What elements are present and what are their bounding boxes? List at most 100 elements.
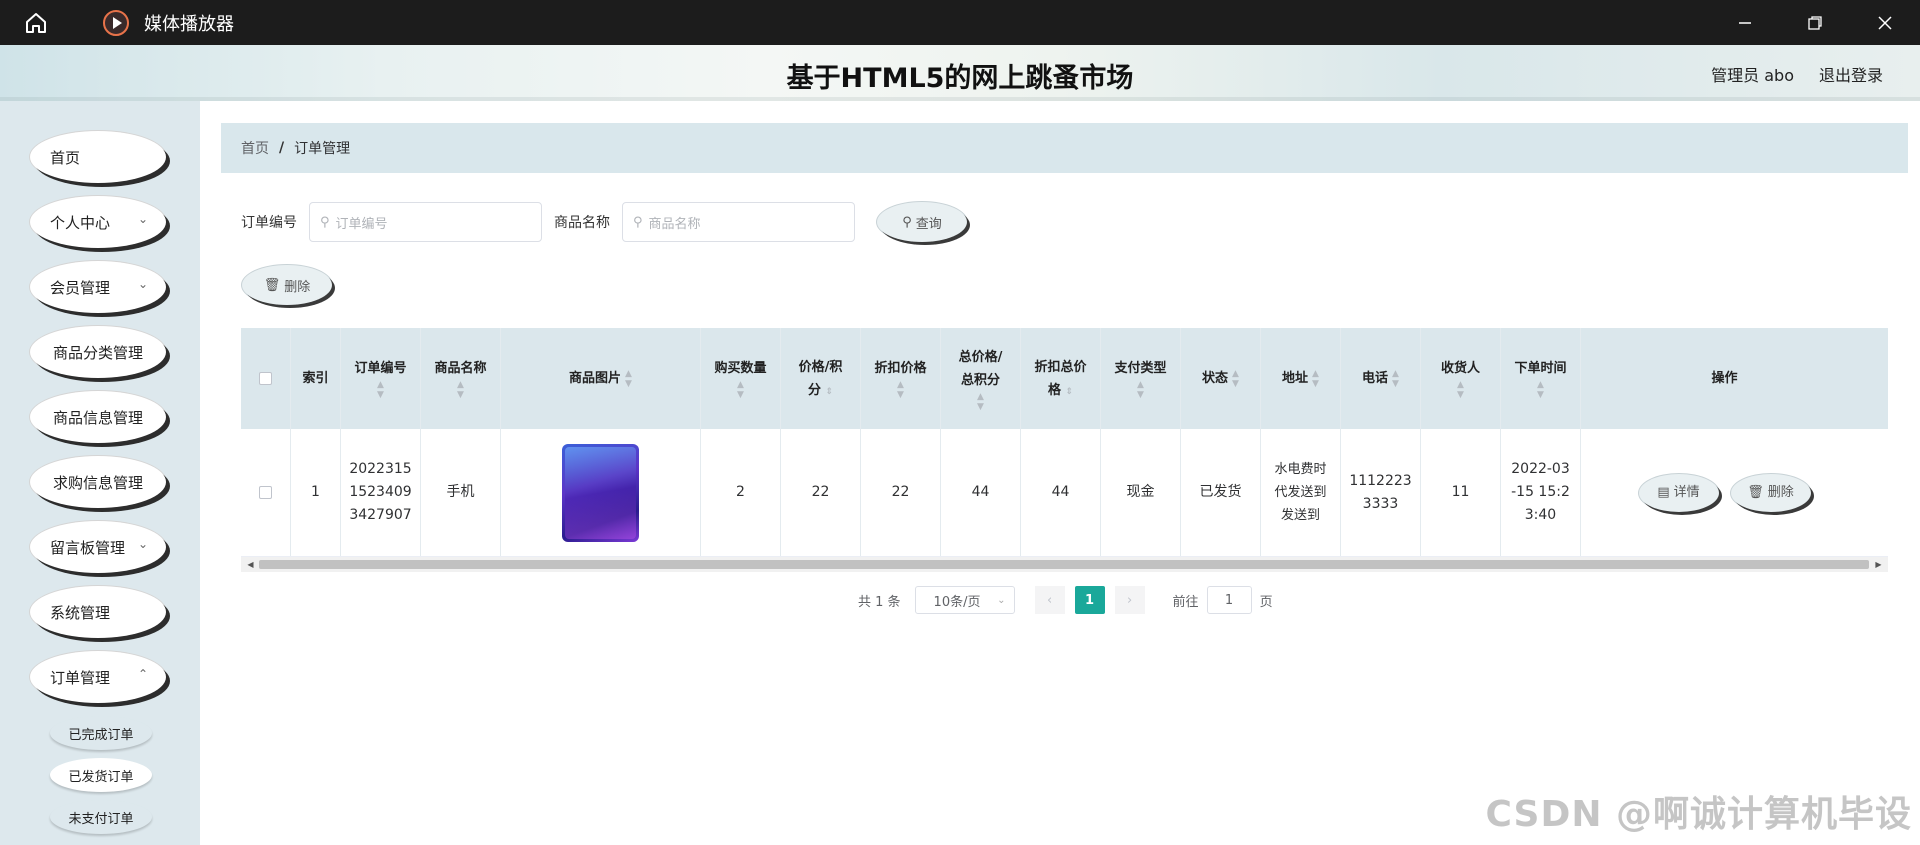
- cell-product-image: [501, 429, 701, 556]
- home-icon[interactable]: [18, 5, 54, 41]
- sort-icon[interactable]: ▲ ▼: [1312, 369, 1319, 389]
- header-receiver[interactable]: 收货人 ▲ ▼: [1421, 328, 1501, 429]
- sidebar-item-system-management[interactable]: 系统管理: [30, 586, 166, 638]
- header-pay-type[interactable]: 支付类型 ▲ ▼: [1101, 328, 1181, 429]
- product-image[interactable]: [562, 443, 639, 542]
- cell-price: 22: [781, 429, 861, 556]
- header-banner: 基于HTML5的网上跳蚤市场 管理员 abo 退出登录: [0, 45, 1920, 101]
- sort-icon[interactable]: ▲ ▼: [737, 380, 744, 400]
- admin-username: 管理员 abo: [1711, 66, 1794, 85]
- goto-page-input[interactable]: 1: [1206, 586, 1252, 614]
- next-page-button[interactable]: ›: [1114, 586, 1145, 614]
- sort-icon[interactable]: ⇕: [1066, 387, 1074, 397]
- watermark: CSDN @啊诚计算机毕设: [1485, 794, 1912, 835]
- sort-icon[interactable]: ▲ ▼: [1137, 380, 1144, 400]
- product-name-label: 商品名称: [554, 215, 610, 231]
- search-icon: ⚲: [633, 214, 643, 230]
- submenu-completed-orders[interactable]: 已完成订单: [50, 716, 152, 750]
- document-icon: ▤: [1657, 485, 1670, 500]
- sidebar-item-category-management[interactable]: 商品分类管理: [30, 326, 166, 378]
- select-all-checkbox-cell: [241, 328, 291, 429]
- detail-button[interactable]: ▤ 详情: [1638, 473, 1719, 512]
- cell-status: 已发货: [1181, 429, 1261, 556]
- cell-discount-total: 44: [1021, 429, 1101, 556]
- restore-icon[interactable]: [1780, 0, 1850, 45]
- header-price[interactable]: 价格/积分 ⇕: [781, 328, 861, 429]
- cell-order-time: 2022-03 -15 15:2 3:40: [1501, 429, 1581, 556]
- scrollbar-thumb[interactable]: [259, 560, 1869, 569]
- sidebar-item-label: 订单管理: [50, 668, 111, 687]
- header-status[interactable]: 状态 ▲ ▼: [1181, 328, 1261, 429]
- logout-link[interactable]: 退出登录: [1819, 62, 1883, 86]
- window-titlebar: 媒体播放器: [0, 0, 1920, 45]
- cell-pay-type: 现金: [1101, 429, 1181, 556]
- chevron-down-icon: ⌄: [997, 594, 1006, 606]
- sidebar-item-member-management[interactable]: 会员管理 ⌄: [30, 261, 166, 313]
- delete-button-label: 删除: [284, 279, 311, 295]
- sidebar-item-label: 求购信息管理: [52, 473, 143, 492]
- breadcrumb-home[interactable]: 首页: [241, 138, 269, 158]
- sidebar-item-label: 商品信息管理: [52, 408, 143, 427]
- query-button[interactable]: ⚲ 查询: [877, 202, 967, 242]
- pagination: 共 1 条 10条/页 ⌄ ‹ 1 › 前往 1 页: [858, 585, 1273, 615]
- minimize-icon[interactable]: [1710, 0, 1780, 45]
- header-address[interactable]: 地址 ▲ ▼: [1261, 328, 1341, 429]
- close-icon[interactable]: [1850, 0, 1920, 45]
- search-form: 订单编号 ⚲ 订单编号 商品名称 ⚲ 商品名称 ⚲ 查询: [241, 202, 967, 242]
- prev-page-button[interactable]: ‹: [1034, 586, 1065, 614]
- row-delete-button[interactable]: 🗑 删除: [1730, 473, 1811, 512]
- sidebar-item-personal-center[interactable]: 个人中心 ⌄: [30, 196, 166, 248]
- table-horizontal-scrollbar[interactable]: ◀ ▶: [241, 557, 1888, 572]
- product-name-input[interactable]: ⚲ 商品名称: [622, 202, 855, 242]
- header-product-image[interactable]: 商品图片 ▲ ▼: [501, 328, 701, 429]
- order-no-placeholder: 订单编号: [335, 216, 388, 232]
- header-discount-price[interactable]: 折扣价格 ▲ ▼: [861, 328, 941, 429]
- search-icon: ⚲: [320, 214, 330, 230]
- header-quantity[interactable]: 购买数量 ▲ ▼: [701, 328, 781, 429]
- sort-icon[interactable]: ▲ ▼: [1537, 380, 1544, 400]
- order-no-input[interactable]: ⚲ 订单编号: [309, 202, 542, 242]
- header-discount-total[interactable]: 折扣总价格 ⇕: [1021, 328, 1101, 429]
- sort-icon[interactable]: ▲ ▼: [377, 380, 384, 400]
- sort-icon[interactable]: ▲ ▼: [977, 392, 984, 412]
- sort-icon[interactable]: ▲ ▼: [1392, 369, 1399, 389]
- sort-icon[interactable]: ⇕: [826, 387, 834, 397]
- submenu-unpaid-orders[interactable]: 未支付订单: [50, 800, 152, 834]
- page-size-select[interactable]: 10条/页 ⌄: [914, 586, 1015, 614]
- scroll-left-icon[interactable]: ◀: [243, 557, 258, 572]
- chevron-down-icon: ⌄: [137, 537, 148, 551]
- sort-icon[interactable]: ▲ ▼: [1457, 380, 1464, 400]
- sort-icon[interactable]: ▲ ▼: [897, 380, 904, 400]
- sort-icon[interactable]: ▲ ▼: [1232, 369, 1239, 389]
- header-order-no[interactable]: 订单编号 ▲ ▼: [341, 328, 421, 429]
- header-product-name[interactable]: 商品名称 ▲ ▼: [421, 328, 501, 429]
- chevron-down-icon: ⌄: [137, 212, 148, 226]
- header-operation: 操作: [1711, 371, 1738, 386]
- sort-icon[interactable]: ▲ ▼: [625, 369, 632, 389]
- batch-delete-button[interactable]: 🗑 删除: [242, 265, 332, 305]
- submenu-shipped-orders[interactable]: 已发货订单: [50, 758, 152, 792]
- header-phone[interactable]: 电话 ▲ ▼: [1341, 328, 1421, 429]
- search-icon: ⚲: [902, 214, 912, 230]
- cell-product-name: 手机: [421, 429, 501, 556]
- query-button-label: 查询: [915, 216, 942, 232]
- sidebar-item-home[interactable]: 首页: [30, 131, 166, 183]
- sidebar-item-order-management[interactable]: 订单管理 ⌃: [30, 651, 166, 703]
- order-no-label: 订单编号: [241, 215, 297, 231]
- chevron-up-icon: ⌃: [137, 667, 148, 681]
- sidebar-item-message-board[interactable]: 留言板管理 ⌄: [30, 521, 166, 573]
- header-order-time[interactable]: 下单时间 ▲ ▼: [1501, 328, 1581, 429]
- header-index: 索引: [291, 328, 341, 429]
- cell-index: 1: [291, 429, 341, 556]
- sidebar-item-product-management[interactable]: 商品信息管理: [30, 391, 166, 443]
- page-number-current[interactable]: 1: [1074, 586, 1105, 614]
- select-all-checkbox[interactable]: [259, 372, 272, 385]
- row-checkbox-cell: [241, 429, 291, 556]
- header-total[interactable]: 总价格/总积分 ▲ ▼: [941, 328, 1021, 429]
- product-name-placeholder: 商品名称: [648, 216, 701, 232]
- pagination-total: 共 1 条: [858, 594, 901, 610]
- sort-icon[interactable]: ▲ ▼: [457, 380, 464, 400]
- scroll-right-icon[interactable]: ▶: [1871, 557, 1886, 572]
- row-checkbox[interactable]: [259, 486, 272, 499]
- sidebar-item-request-management[interactable]: 求购信息管理: [30, 456, 166, 508]
